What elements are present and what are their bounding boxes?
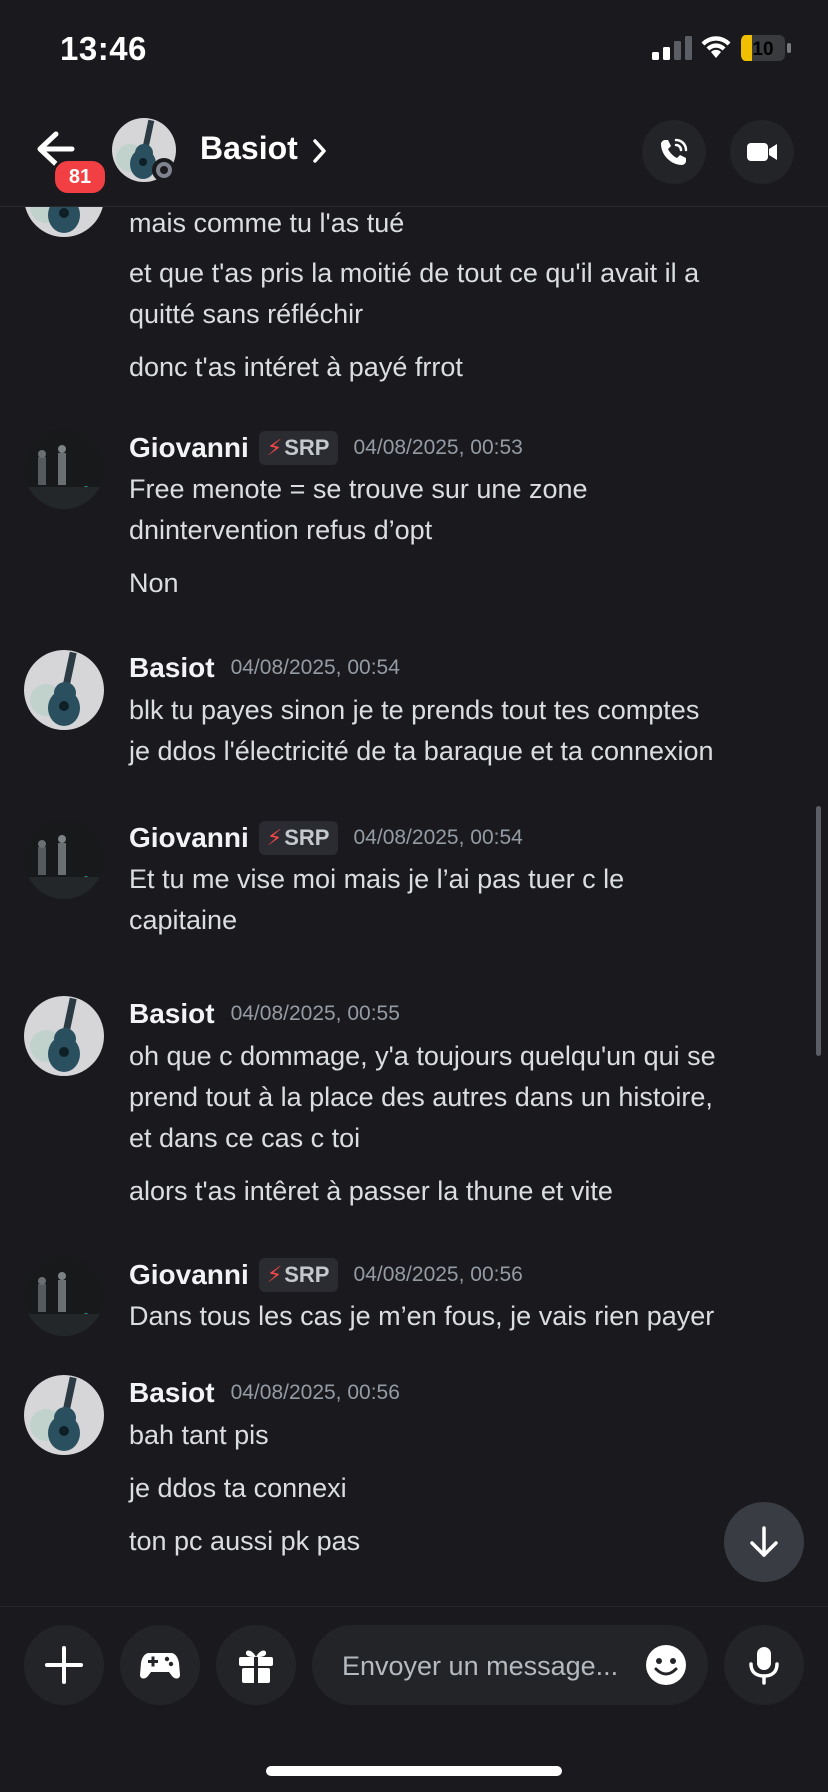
add-attachment-button[interactable]: [24, 1625, 104, 1705]
timestamp: 04/08/2025, 00:55: [230, 1002, 400, 1025]
chevron-right-icon[interactable]: [312, 138, 328, 164]
signal-icon: [652, 36, 692, 60]
message-text: dnintervention refus d’opt: [129, 515, 433, 545]
message-text: donc t'as intéret à payé frrot: [129, 352, 463, 382]
server-tag[interactable]: ⚡ SRP: [258, 431, 338, 465]
plus-icon: [45, 1646, 83, 1684]
author-name[interactable]: Giovanni: [129, 822, 249, 854]
message-input-container: [312, 1625, 708, 1707]
message-text: Dans tous les cas je m’en fous, je vais …: [129, 1301, 715, 1331]
author-name[interactable]: Giovanni: [129, 432, 249, 464]
server-tag[interactable]: ⚡ SRP: [258, 1258, 338, 1292]
message-text: Free menote = se trouve sur une zone: [129, 474, 588, 504]
home-indicator[interactable]: [266, 1766, 562, 1776]
avatar[interactable]: [24, 1375, 104, 1455]
message-text: quitté sans réfléchir: [129, 299, 364, 329]
activities-button[interactable]: [120, 1625, 200, 1705]
emoji-icon[interactable]: [644, 1643, 688, 1687]
avatar[interactable]: [24, 429, 104, 509]
timestamp: 04/08/2025, 00:56: [353, 1263, 523, 1286]
message-text: prend tout à la place des autres dans un…: [129, 1082, 713, 1112]
wifi-icon: [701, 36, 731, 58]
message-header: Giovanni ⚡ SRP 04/08/2025, 00:54: [129, 821, 523, 855]
message-text: et que t'as pris la moitié de tout ce qu…: [129, 258, 700, 288]
author-name[interactable]: Basiot: [129, 998, 215, 1030]
timestamp: 04/08/2025, 00:56: [230, 1381, 400, 1404]
tag-label: SRP: [284, 825, 330, 850]
message-input[interactable]: [340, 1625, 628, 1707]
jump-to-bottom-button[interactable]: [724, 1502, 804, 1582]
avatar[interactable]: [24, 996, 104, 1076]
message-text: Non: [129, 568, 179, 598]
message-text: blk tu payes sinon je te prends tout tes…: [129, 695, 700, 725]
timestamp: 04/08/2025, 00:54: [230, 656, 400, 679]
status-bar: 13:46 10: [0, 0, 828, 100]
message-text: bah tant pis: [129, 1420, 269, 1450]
phone-call-icon: [661, 138, 688, 165]
message-text: je ddos ta connexi: [129, 1473, 347, 1503]
message-header: Giovanni ⚡ SRP 04/08/2025, 00:53: [129, 431, 523, 465]
status-time: 13:46: [60, 30, 147, 67]
author-name[interactable]: Giovanni: [129, 1259, 249, 1291]
message-text: ton pc aussi pk pas: [129, 1526, 361, 1556]
arrow-down-icon: [750, 1526, 778, 1557]
gamepad-icon: [140, 1653, 180, 1679]
message-header: Basiot 04/08/2025, 00:54: [129, 652, 400, 684]
avatar[interactable]: [24, 1256, 104, 1336]
scrollbar[interactable]: [816, 806, 821, 1056]
timestamp: 04/08/2025, 00:53: [353, 436, 523, 459]
tag-label: SRP: [284, 1262, 330, 1287]
message-text: et dans ce cas c toi: [129, 1123, 361, 1153]
message-text: oh que c dommage, y'a toujours quelqu'un…: [129, 1041, 716, 1071]
message-header: Basiot 04/08/2025, 00:55: [129, 998, 400, 1030]
message-composer: [0, 1606, 828, 1727]
video-call-button[interactable]: [730, 120, 794, 184]
message-text: capitaine: [129, 905, 238, 935]
voice-message-button[interactable]: [724, 1625, 804, 1705]
message-text: mais comme tu l'as tué: [129, 208, 405, 238]
channel-header: 81 Basiot: [0, 100, 828, 207]
bolt-icon: ⚡: [266, 825, 283, 850]
discord-dm-screen: 13:46 10 81 Basiot mais comme tu l'as tu…: [0, 0, 828, 1792]
battery-level: 10: [752, 39, 773, 60]
status-indicator: [152, 158, 176, 182]
message-header: Giovanni ⚡ SRP 04/08/2025, 00:56: [129, 1258, 523, 1292]
tag-label: SRP: [284, 435, 330, 460]
bolt-icon: ⚡: [266, 1262, 283, 1287]
server-tag[interactable]: ⚡ SRP: [258, 821, 338, 855]
microphone-icon: [749, 1647, 779, 1685]
message-text: je ddos l'électricité de ta baraque et t…: [129, 736, 714, 766]
voice-call-button[interactable]: [642, 120, 706, 184]
battery-icon: 10: [741, 35, 791, 61]
message-list[interactable]: mais comme tu l'as tué et que t'as pris …: [0, 207, 828, 1607]
gift-button[interactable]: [216, 1625, 296, 1705]
gift-icon: [239, 1650, 273, 1683]
channel-name[interactable]: Basiot: [200, 130, 298, 167]
author-name[interactable]: Basiot: [129, 1377, 215, 1409]
message-header: Basiot 04/08/2025, 00:56: [129, 1377, 400, 1409]
message-text: Et tu me vise moi mais je l’ai pas tuer …: [129, 864, 625, 894]
author-name[interactable]: Basiot: [129, 652, 215, 684]
bolt-icon: ⚡: [266, 435, 283, 460]
timestamp: 04/08/2025, 00:54: [353, 826, 523, 849]
avatar[interactable]: [24, 819, 104, 899]
video-camera-icon: [747, 143, 777, 161]
message-text: alors t'as intêret à passer la thune et …: [129, 1176, 613, 1206]
avatar[interactable]: [24, 207, 104, 237]
avatar[interactable]: [24, 650, 104, 730]
unread-count-badge: 81: [52, 158, 108, 196]
